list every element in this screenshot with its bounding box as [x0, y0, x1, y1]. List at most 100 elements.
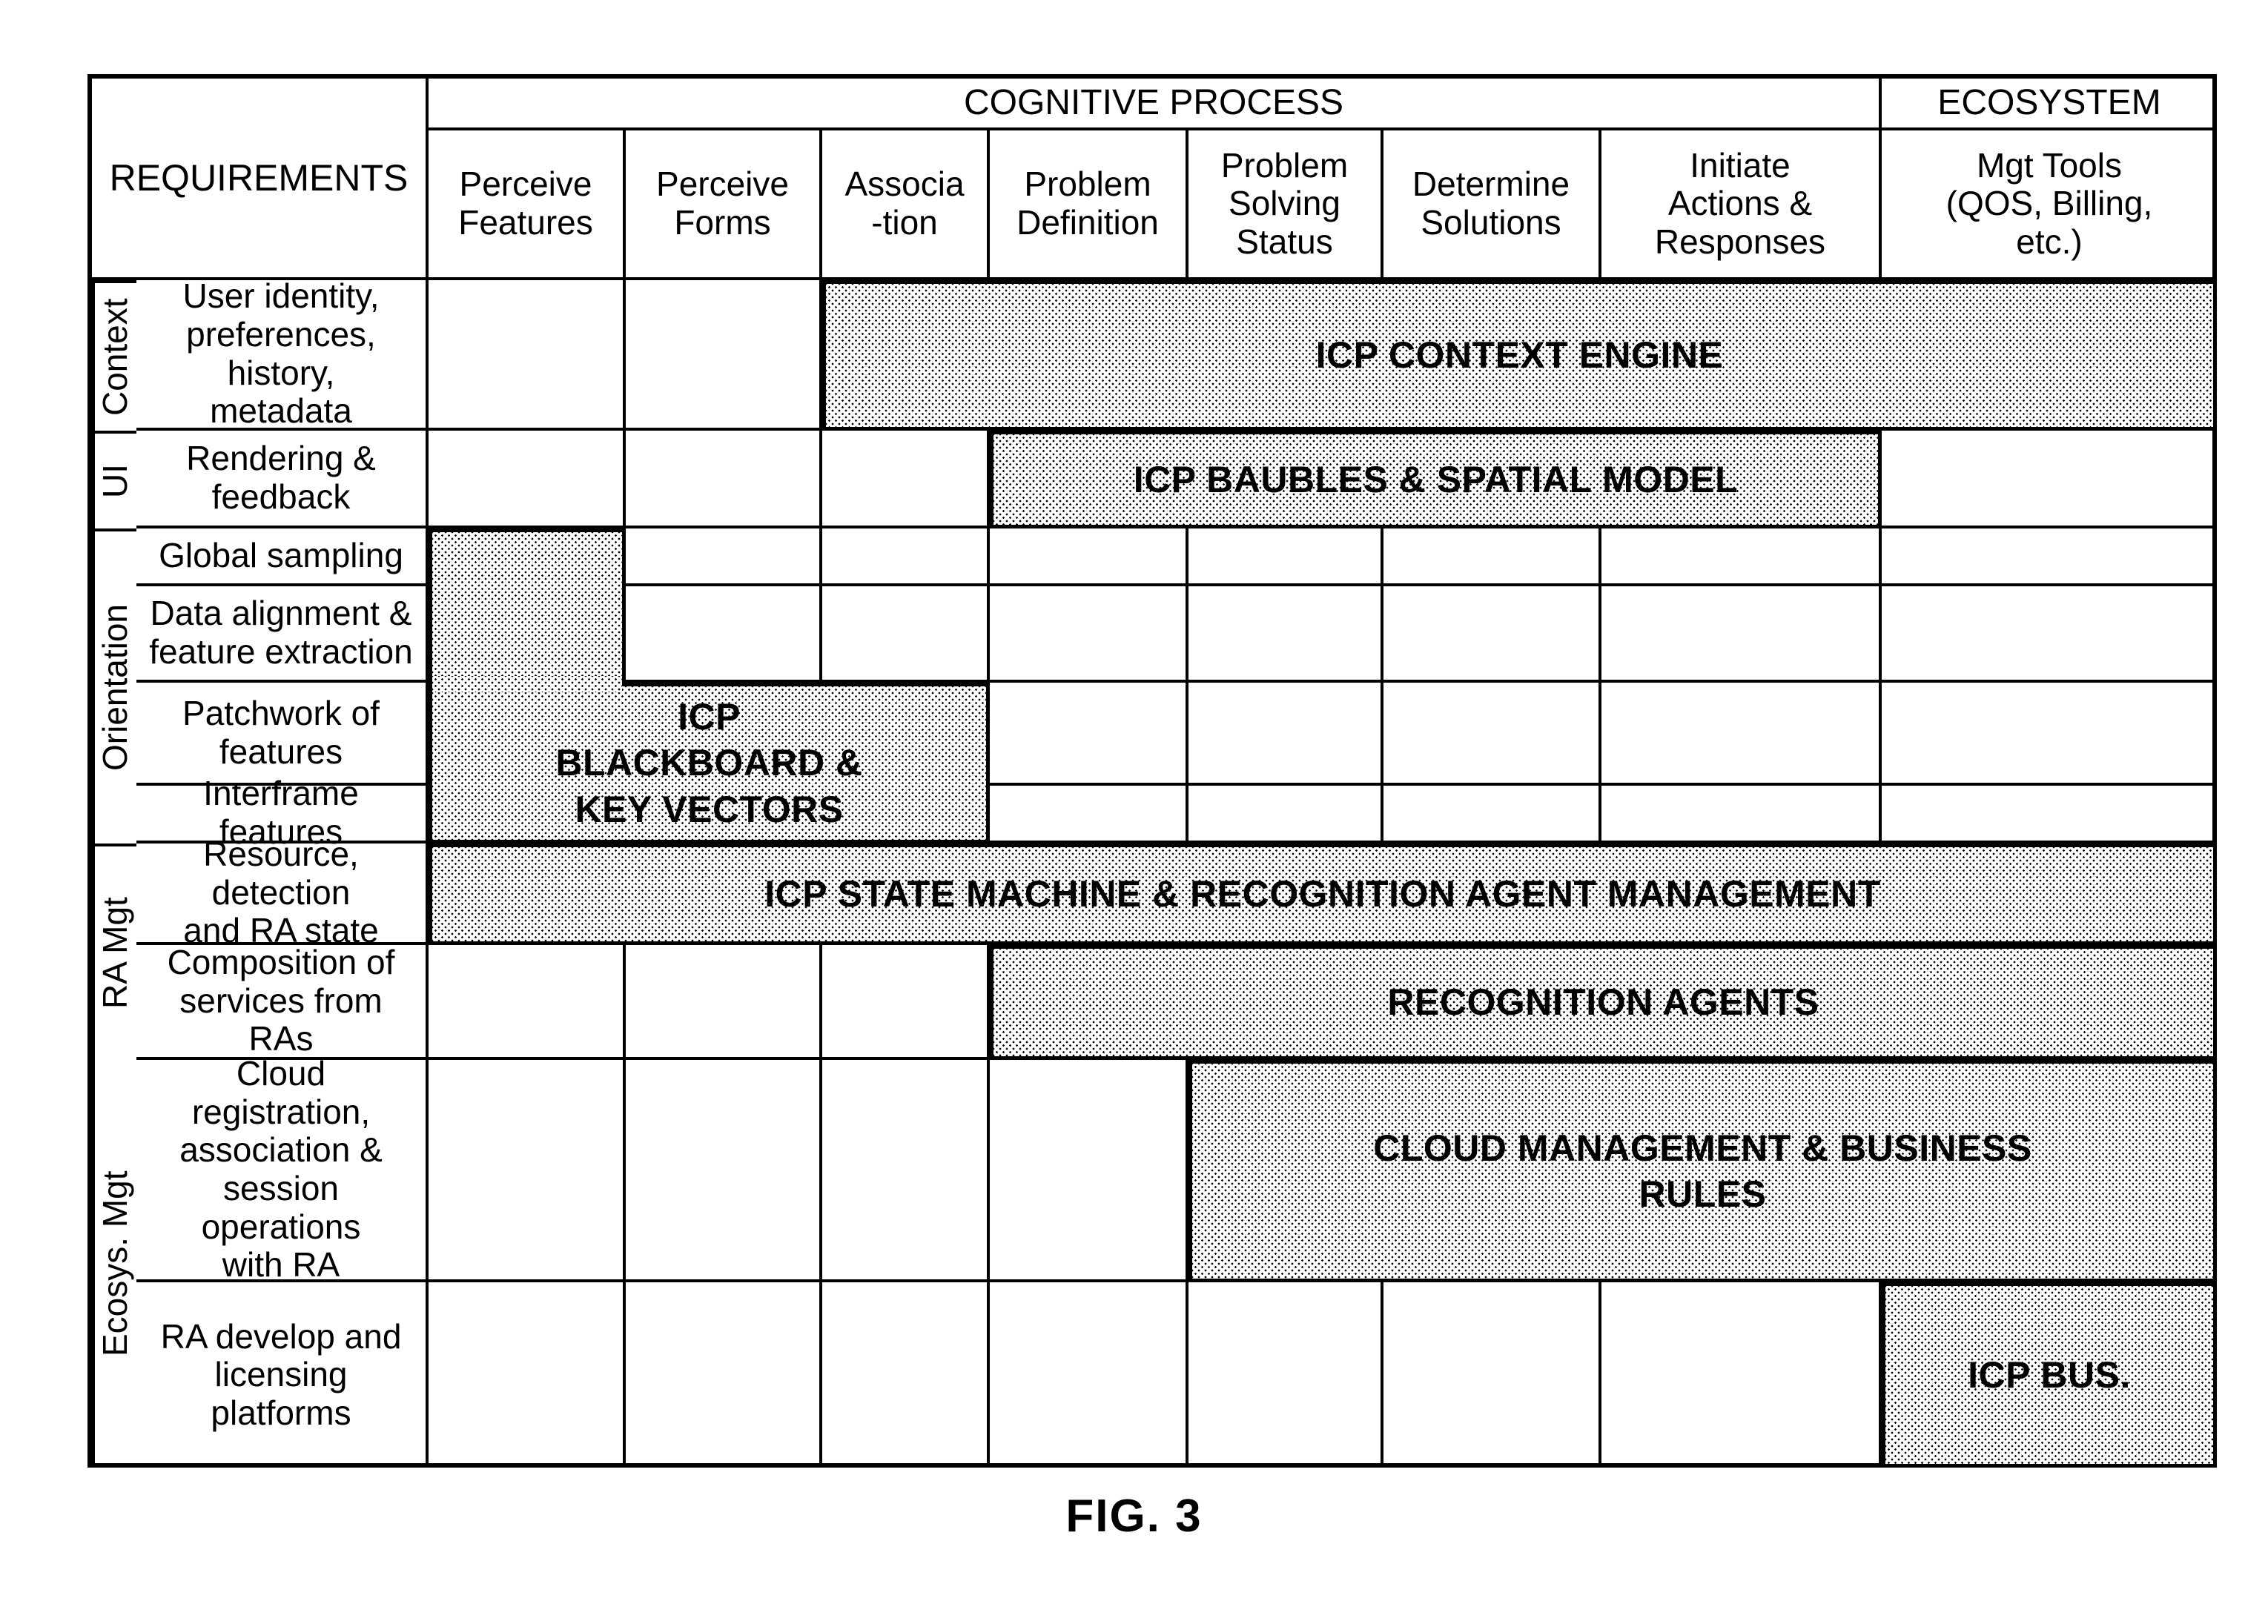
column-header-line: Solutions — [1421, 203, 1561, 242]
group-label-ecosys-mgt-text: Ecosys. Mgt — [96, 1170, 135, 1357]
matrix-cell[interactable] — [990, 528, 1188, 586]
matrix-cell[interactable] — [1601, 1282, 1882, 1468]
block-cloud-management-line: CLOUD MANAGEMENT & BUSINESS — [1373, 1127, 2032, 1169]
matrix-cell[interactable] — [990, 1282, 1188, 1468]
column-header-line: Mgt Tools — [1976, 145, 2122, 185]
matrix-cell[interactable] — [626, 1282, 822, 1468]
group-label-ui: UI — [92, 431, 136, 528]
block-icp-bus-label: ICP BUS. — [1968, 1353, 2131, 1396]
matrix-cell[interactable] — [1188, 528, 1383, 586]
matrix-cell[interactable] — [1882, 431, 2217, 528]
matrix-cell[interactable] — [429, 280, 626, 431]
matrix-cell[interactable] — [626, 945, 822, 1060]
column-header-line: Actions & — [1667, 184, 1813, 223]
block-cloud-management-line: RULES — [1639, 1173, 1767, 1215]
matrix-cell[interactable] — [626, 528, 822, 586]
figure-caption-text: FIG. 3 — [1065, 1491, 1203, 1542]
row-description-line: licensing platforms — [211, 1355, 351, 1432]
matrix-cell[interactable] — [1188, 586, 1383, 683]
row-description-line: association & — [179, 1130, 383, 1170]
row-description-line: User identity, — [182, 276, 380, 316]
row-description-line: metadata — [210, 391, 352, 431]
matrix-cell[interactable] — [990, 586, 1188, 683]
column-header-determine-solutions: Determine Solutions — [1383, 130, 1601, 280]
matrix-cell[interactable] — [1882, 528, 2217, 586]
row-description-line: services from RAs — [179, 981, 383, 1058]
block-icp-blackboard-key-vectors[interactable]: ICP BLACKBOARD & KEY VECTORS — [429, 683, 990, 844]
block-icp-blackboard-line: KEY VECTORS — [575, 788, 844, 830]
matrix-cell[interactable] — [822, 528, 990, 586]
matrix-cell[interactable] — [1188, 1282, 1383, 1468]
matrix-cell[interactable] — [1601, 683, 1882, 786]
block-cloud-management-business-rules[interactable]: CLOUD MANAGEMENT & BUSINESS RULES — [1188, 1060, 2217, 1282]
row-description-patchwork-of-features: Patchwork of features — [136, 683, 429, 786]
column-header-perceive-forms: Perceive Forms — [626, 130, 822, 280]
row-description-line: Data alignment & — [150, 594, 412, 633]
block-icp-blackboard-upper[interactable] — [429, 528, 626, 685]
column-header-line: Perceive — [459, 165, 592, 204]
row-description-data-alignment: Data alignment & feature extraction — [136, 586, 429, 683]
matrix-cell[interactable] — [429, 1282, 626, 1468]
group-header-ecosystem-label: ECOSYSTEM — [1937, 83, 2161, 123]
column-header-line: Solving — [1229, 184, 1340, 223]
matrix-cell[interactable] — [1188, 786, 1383, 844]
matrix-cell[interactable] — [1882, 786, 2217, 844]
matrix-cell[interactable] — [1383, 586, 1601, 683]
column-header-problem-solving-status: Problem Solving Status — [1188, 130, 1383, 280]
matrix-cell[interactable] — [1383, 683, 1601, 786]
block-recognition-agents[interactable]: RECOGNITION AGENTS — [990, 945, 2217, 1060]
matrix-cell[interactable] — [822, 945, 990, 1060]
row-description-line: preferences, history, — [186, 314, 376, 392]
matrix-cell[interactable] — [822, 586, 990, 683]
matrix-cell[interactable] — [626, 431, 822, 528]
figure-caption: FIG. 3 — [0, 1490, 2268, 1542]
row-description-line: Patchwork of — [182, 693, 380, 732]
group-label-ecosys-mgt: Ecosys. Mgt — [92, 1060, 136, 1468]
row-description-line: feature extraction — [149, 632, 413, 671]
row-description-rendering-feedback: Rendering & feedback — [136, 431, 429, 528]
matrix-cell[interactable] — [1601, 586, 1882, 683]
matrix-cell[interactable] — [1601, 528, 1882, 586]
matrix-cell[interactable] — [990, 683, 1188, 786]
block-icp-bus[interactable]: ICP BUS. — [1882, 1282, 2217, 1468]
row-description-ra-develop-licensing: RA develop and licensing platforms — [136, 1282, 429, 1468]
matrix-cell[interactable] — [429, 945, 626, 1060]
row-description-line: Cloud registration, — [191, 1054, 371, 1131]
row-description-line: with RA — [222, 1245, 340, 1285]
matrix-cell[interactable] — [626, 586, 822, 683]
group-label-ra-mgt: RA Mgt — [92, 844, 136, 1060]
matrix-cell[interactable] — [1601, 786, 1882, 844]
column-header-line: Features — [458, 203, 593, 242]
matrix-cell[interactable] — [1383, 528, 1601, 586]
block-icp-context-engine-label: ICP CONTEXT ENGINE — [1315, 334, 1724, 377]
matrix-cell[interactable] — [1188, 683, 1383, 786]
block-icp-state-machine[interactable]: ICP STATE MACHINE & RECOGNITION AGENT MA… — [429, 844, 2217, 945]
matrix-cell[interactable] — [822, 431, 990, 528]
matrix-cell[interactable] — [626, 1060, 822, 1282]
matrix-cell[interactable] — [1882, 683, 2217, 786]
matrix-cell[interactable] — [822, 1060, 990, 1282]
matrix-cell[interactable] — [822, 1282, 990, 1468]
block-icp-context-engine[interactable]: ICP CONTEXT ENGINE — [822, 280, 2217, 431]
column-header-initiate-actions-responses: Initiate Actions & Responses — [1601, 130, 1882, 280]
block-icp-state-machine-label: ICP STATE MACHINE & RECOGNITION AGENT MA… — [764, 873, 1881, 915]
matrix-cell[interactable] — [429, 1060, 626, 1282]
group-label-orientation: Orientation — [92, 528, 136, 844]
matrix-cell[interactable] — [990, 1060, 1188, 1282]
matrix-cell[interactable] — [429, 431, 626, 528]
column-header-line: (QOS, Billing, — [1945, 184, 2153, 223]
row-description-line: feedback — [211, 477, 351, 516]
matrix-cell[interactable] — [1882, 586, 2217, 683]
group-label-orientation-text: Orientation — [96, 604, 135, 772]
matrix-cell[interactable] — [990, 786, 1188, 844]
requirements-header: REQUIREMENTS — [92, 79, 429, 280]
block-icp-baubles-spatial-model-label: ICP BAUBLES & SPATIAL MODEL — [1133, 458, 1739, 500]
matrix-cell[interactable] — [1383, 1282, 1601, 1468]
block-icp-baubles-spatial-model[interactable]: ICP BAUBLES & SPATIAL MODEL — [990, 431, 1882, 528]
column-header-problem-definition: Problem Definition — [990, 130, 1188, 280]
row-description-line: Global sampling — [159, 536, 403, 575]
block-recognition-agents-label: RECOGNITION AGENTS — [1387, 981, 1819, 1024]
row-description-line: Rendering & — [186, 439, 376, 478]
matrix-cell[interactable] — [1383, 786, 1601, 844]
matrix-cell[interactable] — [626, 280, 822, 431]
